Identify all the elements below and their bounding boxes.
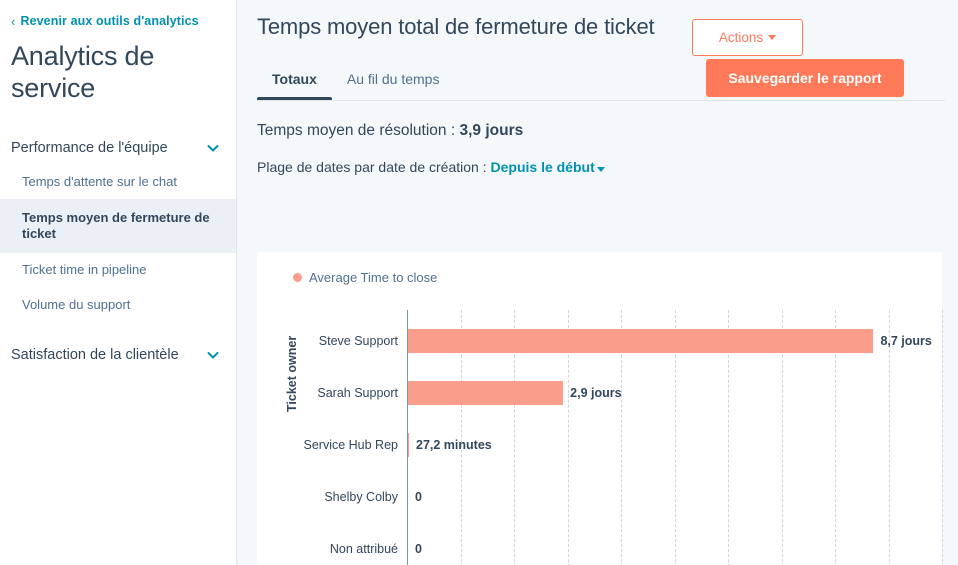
bar-value-label: 2,9 jours bbox=[570, 386, 621, 400]
sidebar-item-label: Temps d'attente sur le chat bbox=[22, 174, 177, 189]
caret-down-icon bbox=[597, 167, 605, 172]
date-range-label: Plage de dates par date de création : bbox=[257, 159, 487, 175]
sidebar-nav: Performance de l'équipe Temps d'attente … bbox=[0, 131, 236, 372]
tab-list: Totaux Au fil du temps bbox=[257, 71, 958, 100]
gridline bbox=[942, 310, 943, 565]
avg-resolution-time: Temps moyen de résolution : 3,9 jours bbox=[237, 101, 958, 140]
sidebar-group-label: Satisfaction de la clientèle bbox=[11, 347, 179, 363]
legend-dot-icon bbox=[293, 273, 302, 282]
chevron-down-icon bbox=[206, 348, 220, 362]
sidebar-group-team-performance[interactable]: Performance de l'équipe bbox=[0, 131, 236, 165]
tab-totaux[interactable]: Totaux bbox=[257, 71, 332, 100]
avg-resolution-label: Temps moyen de résolution : bbox=[257, 122, 455, 139]
sidebar-group-label: Performance de l'équipe bbox=[11, 140, 168, 156]
bar-value-label: 0 bbox=[415, 490, 422, 504]
bar-row: Steve Support8,7 jours bbox=[407, 329, 942, 353]
chart-legend: Average Time to close bbox=[257, 252, 942, 285]
actions-button[interactable]: Actions bbox=[692, 19, 803, 56]
legend-label: Average Time to close bbox=[309, 270, 437, 285]
chart-card: Average Time to close Ticket owner Steve… bbox=[257, 252, 942, 565]
plot-area: Steve Support8,7 jours Sarah Support2,9 j… bbox=[407, 310, 942, 565]
bar-chart: Ticket owner Steve Support8,7 joursSarah… bbox=[257, 300, 942, 565]
actions-button-label: Actions bbox=[719, 30, 763, 45]
tab-label: Totaux bbox=[272, 71, 317, 87]
bar-category-label: Service Hub Rep bbox=[304, 438, 399, 452]
bar-row: Non attribué0 bbox=[407, 537, 942, 561]
app-root: ‹ Revenir aux outils d'analytics Analyti… bbox=[0, 0, 958, 565]
page-header: Temps moyen total de fermeture de ticket bbox=[237, 0, 958, 42]
chevron-down-icon bbox=[206, 141, 220, 155]
sidebar-title: Analytics de service bbox=[0, 28, 236, 105]
bar-row: Sarah Support2,9 jours bbox=[407, 381, 942, 405]
page-title: Temps moyen total de fermeture de ticket bbox=[257, 12, 655, 42]
bar-value-label: 27,2 minutes bbox=[416, 438, 492, 452]
bar-row: Shelby Colby0 bbox=[407, 485, 942, 509]
bar[interactable] bbox=[408, 329, 873, 353]
sidebar-item-support-volume[interactable]: Volume du support bbox=[0, 288, 236, 322]
bar-value-label: 8,7 jours bbox=[880, 334, 931, 348]
back-link-label: Revenir aux outils d'analytics bbox=[20, 14, 198, 28]
bar-category-label: Steve Support bbox=[319, 334, 398, 348]
bar[interactable] bbox=[408, 433, 409, 457]
avg-resolution-value: 3,9 jours bbox=[459, 122, 523, 139]
sidebar-group-customer-satisfaction[interactable]: Satisfaction de la clientèle bbox=[0, 338, 236, 372]
date-range-value: Depuis le début bbox=[491, 159, 595, 175]
sidebar-item-label: Temps moyen de fermeture de ticket bbox=[22, 210, 210, 241]
tabs-container: Totaux Au fil du temps bbox=[237, 71, 958, 100]
bar-value-label: 0 bbox=[415, 542, 422, 556]
date-range-row: Plage de dates par date de création : De… bbox=[237, 140, 958, 175]
tab-au-fil-du-temps[interactable]: Au fil du temps bbox=[332, 71, 455, 100]
tab-label: Au fil du temps bbox=[347, 71, 440, 87]
sidebar: ‹ Revenir aux outils d'analytics Analyti… bbox=[0, 0, 237, 565]
sidebar-item-chat-wait-time[interactable]: Temps d'attente sur le chat bbox=[0, 165, 236, 199]
back-to-analytics-link[interactable]: ‹ Revenir aux outils d'analytics bbox=[0, 0, 236, 28]
y-axis-title: Ticket owner bbox=[285, 336, 299, 412]
sidebar-item-avg-ticket-close-time[interactable]: Temps moyen de fermeture de ticket bbox=[0, 199, 236, 254]
bar-row: Service Hub Rep27,2 minutes bbox=[407, 433, 942, 457]
bar-category-label: Sarah Support bbox=[317, 386, 398, 400]
main-content: Temps moyen total de fermeture de ticket… bbox=[237, 0, 958, 565]
sidebar-item-ticket-time-in-pipeline[interactable]: Ticket time in pipeline bbox=[0, 253, 236, 287]
date-range-selector[interactable]: Depuis le début bbox=[491, 159, 605, 175]
bar-category-label: Non attribué bbox=[330, 542, 398, 556]
sidebar-item-label: Volume du support bbox=[22, 297, 130, 312]
bar[interactable] bbox=[408, 381, 563, 405]
caret-down-icon bbox=[768, 35, 776, 40]
chevron-left-icon: ‹ bbox=[11, 15, 15, 28]
sidebar-item-label: Ticket time in pipeline bbox=[22, 262, 147, 277]
tab-underline-divider bbox=[257, 100, 945, 101]
bar-category-label: Shelby Colby bbox=[324, 490, 398, 504]
